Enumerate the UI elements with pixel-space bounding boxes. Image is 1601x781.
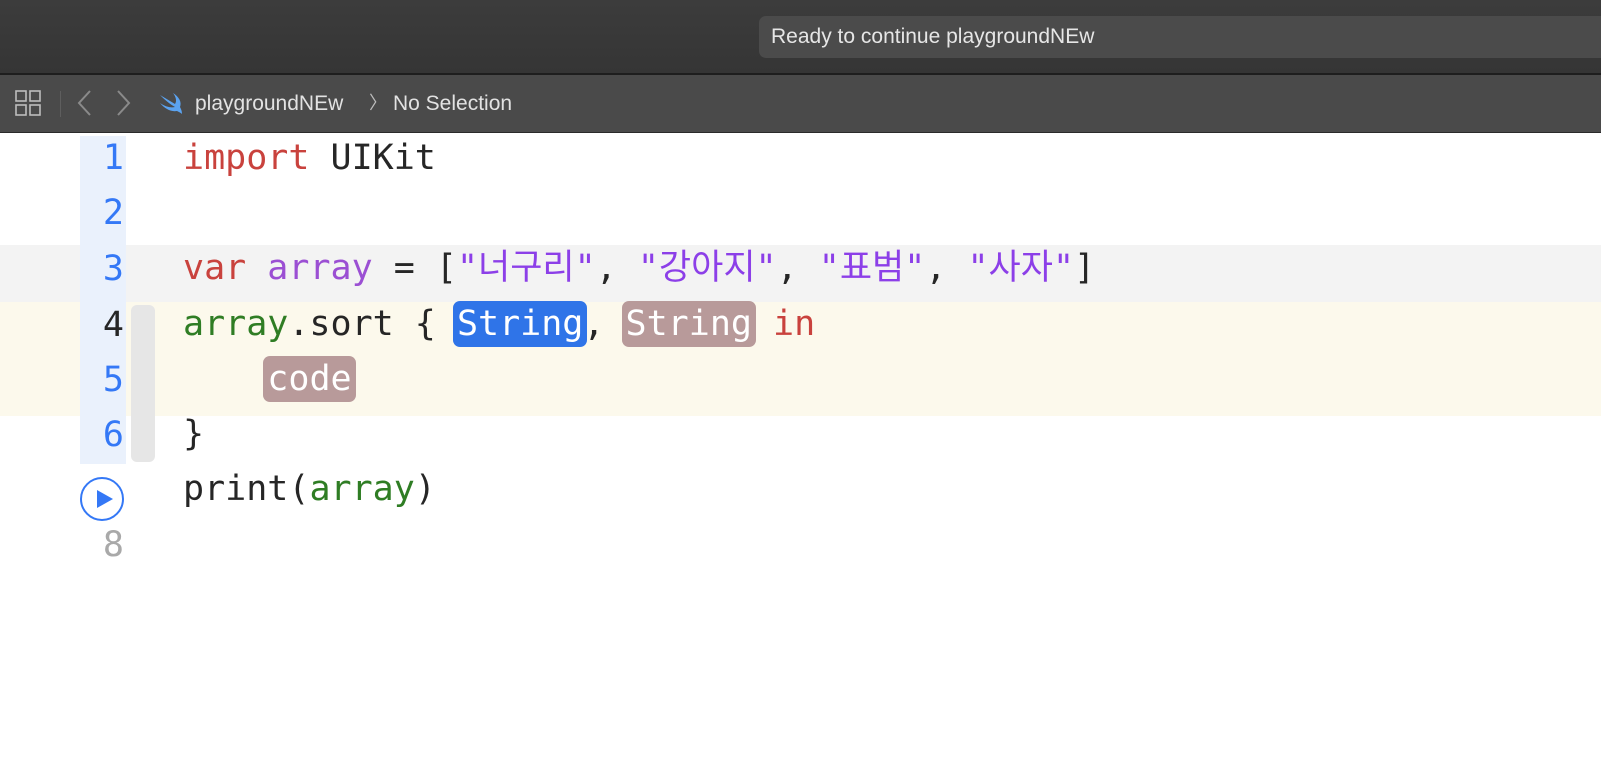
line-number: 2 xyxy=(102,193,124,233)
closing-brace: } xyxy=(183,414,205,454)
string-literal: "사자" xyxy=(967,248,1075,288)
string-literal: "너구리" xyxy=(456,248,596,288)
string-literal: "표범" xyxy=(818,248,926,288)
operator: = [ xyxy=(372,248,457,288)
code-line-3[interactable]: var array = ["너구리", "강아지", "표범", "사자"] xyxy=(183,245,1095,291)
identifier: array xyxy=(309,469,415,509)
comma: , xyxy=(595,248,638,288)
grid-icon[interactable] xyxy=(14,89,42,117)
paren: ) xyxy=(414,469,436,509)
back-chevron-icon[interactable] xyxy=(76,88,94,118)
placeholder-token-selected[interactable]: String xyxy=(452,301,588,347)
code-line-5[interactable]: code xyxy=(183,356,356,402)
bracket: ] xyxy=(1074,248,1096,288)
breadcrumb-file[interactable]: playgroundNEw xyxy=(195,75,343,132)
line-number: 4 xyxy=(102,305,124,345)
placeholder-token[interactable]: String xyxy=(621,301,756,347)
run-play-icon[interactable] xyxy=(80,477,124,521)
code-line-7[interactable]: print(array) xyxy=(183,466,436,512)
breadcrumb-chevron-icon: 〉 xyxy=(369,93,387,113)
window-toolbar: Ready to continue playgroundNEw xyxy=(0,0,1601,75)
line-number: 5 xyxy=(102,360,124,400)
line-number: 3 xyxy=(102,249,124,289)
module-name: UIKit xyxy=(309,138,436,178)
code-line-4[interactable]: array.sort { String, String in xyxy=(183,301,815,347)
jump-bar: playgroundNEw 〉 No Selection xyxy=(0,75,1601,133)
breadcrumb-selection[interactable]: No Selection xyxy=(393,75,512,132)
method-call: .sort { xyxy=(288,304,457,344)
comma: , xyxy=(776,248,819,288)
comma: , xyxy=(925,248,968,288)
function-call: print( xyxy=(183,469,310,509)
variable-name: array xyxy=(267,248,373,288)
comma: , xyxy=(583,304,626,344)
string-literal: "강아지" xyxy=(637,248,777,288)
keyword: import xyxy=(183,138,310,178)
keyword: in xyxy=(773,304,816,344)
activity-status: Ready to continue playgroundNEw xyxy=(759,16,1601,58)
line-number: 1 xyxy=(102,138,124,178)
identifier: array xyxy=(183,304,289,344)
toolbar-divider xyxy=(60,91,61,117)
code-line-1[interactable]: import UIKit xyxy=(183,135,436,181)
swift-icon xyxy=(158,91,184,115)
line-number: 6 xyxy=(102,415,124,455)
forward-chevron-icon[interactable] xyxy=(114,88,132,118)
keyword: var xyxy=(183,248,247,288)
line-number: 8 xyxy=(102,525,124,565)
code-line-6[interactable]: } xyxy=(183,411,204,457)
code-editor[interactable]: 1 2 3 4 5 6 8 import UIKit var array = [… xyxy=(0,133,1601,781)
code-fold-ribbon[interactable] xyxy=(131,305,155,462)
placeholder-token[interactable]: code xyxy=(263,356,356,402)
